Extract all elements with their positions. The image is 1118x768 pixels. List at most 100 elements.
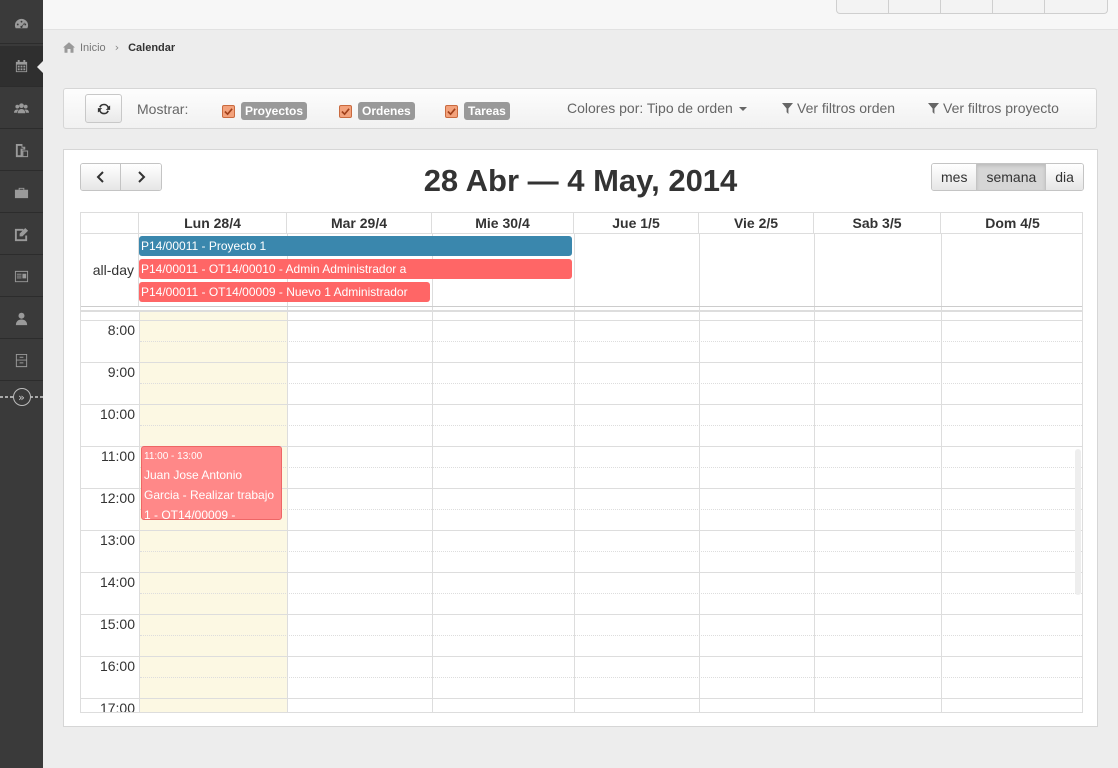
hour-label: 15:00 <box>99 616 135 632</box>
day-header: Jue 1/5 <box>574 213 699 234</box>
hour-label: 16:00 <box>99 658 135 674</box>
view-switcher: mes semana dia <box>931 163 1084 191</box>
sidebar: » <box>0 0 44 768</box>
topbar-button-2[interactable] <box>889 0 941 14</box>
breadcrumb-separator: › <box>114 41 120 54</box>
half-hour-line <box>140 593 1082 594</box>
refresh-icon <box>97 103 110 114</box>
double-chevron-right-icon: » <box>12 388 31 406</box>
allday-separator <box>81 306 1082 307</box>
sidebar-item-archive[interactable] <box>0 340 43 381</box>
day-header: Mie 30/4 <box>432 213 574 234</box>
sidebar-item-edit[interactable] <box>0 214 43 255</box>
check-icon <box>445 104 458 118</box>
day-header: Sab 3/5 <box>814 213 941 234</box>
sidebar-item-users[interactable] <box>0 88 43 129</box>
report-icon <box>14 270 29 282</box>
breadcrumb: Inicio › Calendar <box>63 41 175 54</box>
filter-icon <box>928 102 939 114</box>
topbar-button-4[interactable] <box>993 0 1045 14</box>
day-header: Mar 29/4 <box>287 213 432 234</box>
hour-line <box>81 698 1082 699</box>
briefcase-icon <box>14 187 29 198</box>
hour-label: 13:00 <box>99 532 135 548</box>
half-hour-line <box>140 677 1082 678</box>
view-dia-button[interactable]: dia <box>1046 164 1083 190</box>
topbar-button-5[interactable] <box>1045 0 1107 14</box>
colores-label: Colores por: Tipo de orden <box>567 100 733 116</box>
archive-icon <box>15 353 28 367</box>
half-hour-line <box>140 551 1082 552</box>
timed-event[interactable]: 11:00 - 13:00 Juan Jose Antonio Garcia - … <box>141 446 282 520</box>
checkbox-label: Ordenes <box>358 102 415 120</box>
breadcrumb-home-link[interactable]: Inicio <box>80 42 106 54</box>
calendar-scrollbar[interactable] <box>1075 449 1081 595</box>
sidebar-item-dashboard[interactable] <box>0 3 43 44</box>
hour-label: 12:00 <box>99 490 135 506</box>
hour-line <box>81 530 1082 531</box>
sidebar-collapse-button[interactable]: » <box>0 383 43 411</box>
hour-label: 17:00 <box>99 700 135 713</box>
checkbox-label: Tareas <box>464 102 510 120</box>
header-corner <box>81 213 139 234</box>
hour-label: 11:00 <box>101 448 135 464</box>
day-header: Vie 2/5 <box>699 213 814 234</box>
mostrar-label: Mostrar: <box>137 101 189 117</box>
timed-event-time: 11:00 - 13:00 <box>144 451 203 462</box>
topbar-button-group <box>836 0 1108 14</box>
view-semana-button[interactable]: semana <box>977 164 1047 190</box>
calendar-panel: 28 Abr — 4 May, 2014 mes semana dia Lun … <box>63 149 1098 727</box>
sidebar-item-calendar[interactable] <box>0 46 44 87</box>
time-gutter-divider <box>139 311 140 712</box>
filter-bar: Mostrar: Proyectos Ordenes Tareas Colore… <box>63 88 1097 129</box>
half-hour-line <box>140 383 1082 384</box>
sidebar-item-briefcase[interactable] <box>0 172 43 213</box>
hour-label: 8:00 <box>107 322 135 338</box>
top-bar <box>43 0 1118 30</box>
hour-line <box>81 362 1082 363</box>
allday-event[interactable]: P14/00011 - OT14/00010 - Admin Administr… <box>139 259 572 279</box>
colores-dropdown[interactable]: Colores por: Tipo de orden <box>567 100 747 116</box>
hour-line <box>81 572 1082 573</box>
hour-line <box>81 311 1082 312</box>
topbar-button-3[interactable] <box>941 0 993 14</box>
allday-event[interactable]: P14/00011 - Proyecto 1 <box>139 236 572 256</box>
half-hour-line <box>140 635 1082 636</box>
hour-label: 10:00 <box>99 406 135 422</box>
hour-line <box>81 404 1082 405</box>
checkbox-label: Proyectos <box>241 102 308 120</box>
edit-icon <box>14 227 29 241</box>
active-indicator <box>37 60 44 74</box>
filter-proyecto-label: Ver filtros proyecto <box>943 100 1059 116</box>
refresh-button[interactable] <box>85 94 122 123</box>
filter-orden-label: Ver filtros orden <box>797 100 896 116</box>
check-icon <box>339 104 352 118</box>
view-mes-button[interactable]: mes <box>932 164 978 190</box>
calendar-icon <box>15 59 28 72</box>
topbar-button-1[interactable] <box>837 0 889 14</box>
ver-filtros-proyecto-link[interactable]: Ver filtros proyecto <box>928 100 1059 116</box>
hour-line <box>81 320 1082 321</box>
timed-event-title: Juan Jose Antonio Garcia - Realizar trab… <box>144 468 275 520</box>
hour-line <box>81 614 1082 615</box>
week-grid: Lun 28/4 Mar 29/4 Mie 30/4 Jue 1/5 Vie 2/5 Sa… <box>80 212 1083 713</box>
half-hour-line <box>140 425 1082 426</box>
dashboard-icon <box>14 18 29 28</box>
sidebar-item-report[interactable] <box>0 256 43 297</box>
half-hour-line <box>140 341 1082 342</box>
sidebar-item-user[interactable] <box>0 298 43 339</box>
check-icon <box>222 104 235 118</box>
home-icon <box>63 42 75 53</box>
ver-filtros-orden-link[interactable]: Ver filtros orden <box>782 100 895 116</box>
checkbox-tareas[interactable]: Tareas <box>445 102 510 120</box>
users-icon <box>14 102 29 113</box>
filter-icon <box>782 102 793 114</box>
allday-event[interactable]: P14/00011 - OT14/00009 - Nuevo 1 Adminis… <box>139 282 430 302</box>
hour-label: 9:00 <box>107 364 135 380</box>
allday-label: all-day <box>81 234 139 306</box>
sidebar-item-documents[interactable] <box>0 130 43 171</box>
user-icon <box>15 312 28 325</box>
hour-line <box>81 656 1082 657</box>
checkbox-proyectos[interactable]: Proyectos <box>222 102 308 120</box>
checkbox-ordenes[interactable]: Ordenes <box>339 102 415 120</box>
